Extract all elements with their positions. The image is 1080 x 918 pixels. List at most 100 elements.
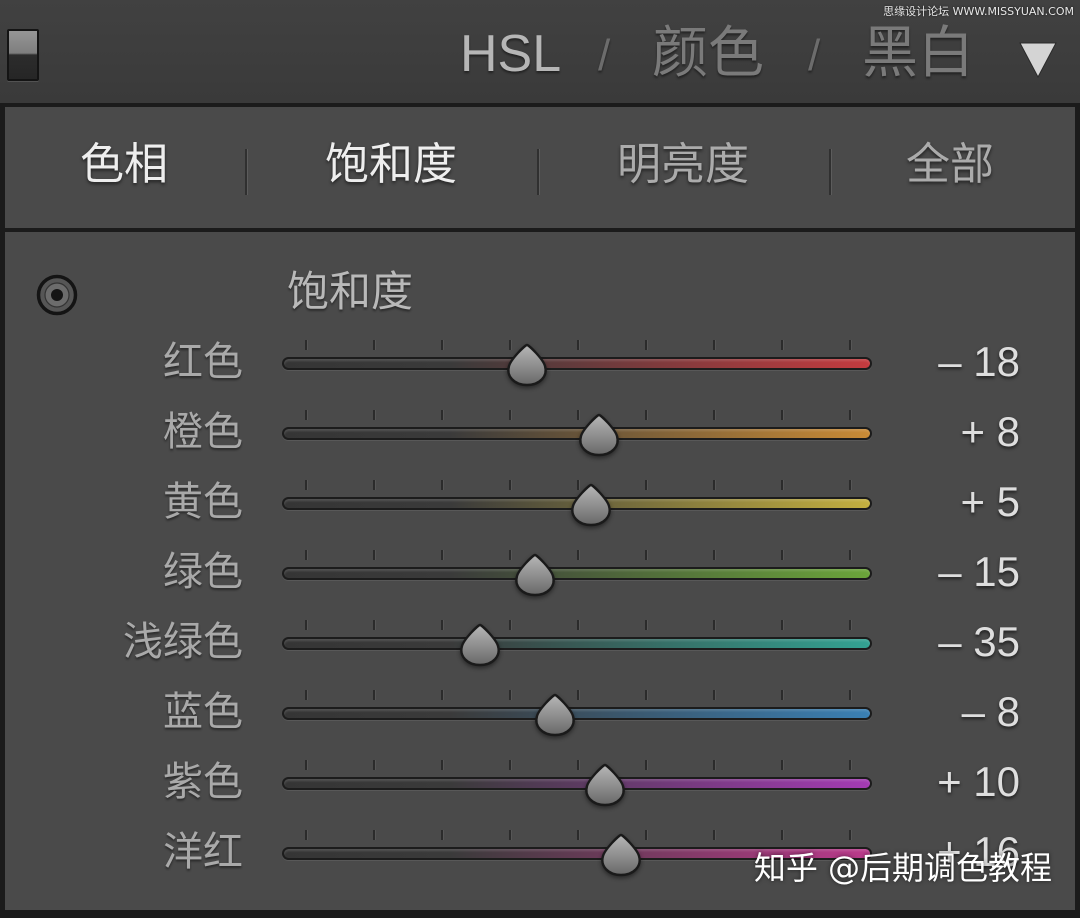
slider-value-yellow[interactable]: + 5 <box>870 478 1020 526</box>
slider-tick <box>373 480 375 490</box>
slider-thumb-red[interactable] <box>506 343 548 387</box>
slider-tick <box>441 410 443 420</box>
slider-value-aqua[interactable]: – 35 <box>870 618 1020 666</box>
slider-tick <box>781 690 783 700</box>
slider-thumb-purple[interactable] <box>584 763 626 807</box>
tab-luminance[interactable]: 明亮度 <box>617 139 749 191</box>
slider-row-purple: 紫色 + 10 <box>5 752 1075 812</box>
slider-tick <box>305 410 307 420</box>
slider-tick <box>781 830 783 840</box>
triangle-shape <box>1019 42 1057 78</box>
slider-value-red[interactable]: – 18 <box>870 338 1020 386</box>
slider-tick <box>849 620 851 630</box>
slider-thumb-yellow[interactable] <box>570 483 612 527</box>
slider-track-orange[interactable] <box>282 427 872 440</box>
slider-track-blue[interactable] <box>282 707 872 720</box>
slider-tick <box>509 690 511 700</box>
slider-tick <box>577 830 579 840</box>
slider-tick <box>373 550 375 560</box>
slider-tick <box>509 550 511 560</box>
watermark-bottom: 知乎 @后期调色教程 <box>753 849 1052 887</box>
slider-track-red[interactable] <box>282 357 872 370</box>
slider-track-aqua[interactable] <box>282 637 872 650</box>
slider-value-green[interactable]: – 15 <box>870 548 1020 596</box>
slider-tick <box>781 760 783 770</box>
slider-tick <box>713 830 715 840</box>
slider-thumb-orange[interactable] <box>578 413 620 457</box>
slider-track-purple[interactable] <box>282 777 872 790</box>
slider-tick <box>645 690 647 700</box>
header-separator: / <box>808 31 821 80</box>
slider-value-purple[interactable]: + 10 <box>870 758 1020 806</box>
slider-tick <box>645 760 647 770</box>
slider-tick <box>373 690 375 700</box>
header-tab-black-white[interactable]: 黑白 <box>862 22 974 86</box>
triangle-down-icon[interactable] <box>1019 42 1057 78</box>
slider-tick <box>373 620 375 630</box>
slider-label-orange: 橙色 <box>163 409 243 455</box>
slider-tick <box>441 690 443 700</box>
slider-thumb-aqua[interactable] <box>459 623 501 667</box>
slider-tick <box>441 550 443 560</box>
slider-tick <box>645 340 647 350</box>
header-separator: / <box>598 31 611 80</box>
slider-thumb-shape <box>460 623 500 667</box>
slider-tick <box>305 340 307 350</box>
slider-tick <box>577 550 579 560</box>
slider-tick <box>305 830 307 840</box>
slider-tick <box>645 550 647 560</box>
slider-tick <box>645 480 647 490</box>
slider-tick <box>373 340 375 350</box>
slider-tick <box>713 550 715 560</box>
slider-tick <box>577 340 579 350</box>
slider-thumb-blue[interactable] <box>534 693 576 737</box>
slider-tick <box>509 480 511 490</box>
slider-tick <box>441 340 443 350</box>
tab-hue[interactable]: 色相 <box>80 139 168 191</box>
slider-tick <box>849 410 851 420</box>
slider-thumb-green[interactable] <box>514 553 556 597</box>
tab-saturation[interactable]: 饱和度 <box>325 139 457 191</box>
slider-tick <box>645 830 647 840</box>
slider-tick <box>713 690 715 700</box>
tab-all[interactable]: 全部 <box>906 139 994 191</box>
slider-thumb-magenta[interactable] <box>600 833 642 877</box>
slider-tick <box>645 620 647 630</box>
slider-tick <box>781 480 783 490</box>
slider-tick <box>441 830 443 840</box>
slider-row-red: 红色 – 18 <box>5 332 1075 392</box>
slider-tick <box>509 410 511 420</box>
slider-tick <box>849 760 851 770</box>
slider-label-green: 绿色 <box>163 549 243 595</box>
slider-tick <box>373 410 375 420</box>
tab-divider <box>537 149 540 195</box>
slider-tick <box>509 760 511 770</box>
panel-toggle-icon[interactable] <box>7 29 39 81</box>
slider-tick <box>713 480 715 490</box>
hsl-tab-bar: 色相 饱和度 明亮度 全部 <box>5 107 1075 228</box>
slider-tick <box>441 760 443 770</box>
slider-tick <box>713 760 715 770</box>
slider-tick <box>781 620 783 630</box>
slider-row-yellow: 黄色 + 5 <box>5 472 1075 532</box>
slider-thumb-shape <box>601 833 642 877</box>
header-tab-hsl[interactable]: HSL <box>460 24 561 84</box>
slider-tick <box>441 620 443 630</box>
slider-tick <box>849 480 851 490</box>
slider-label-blue: 蓝色 <box>163 689 243 735</box>
slider-label-red: 红色 <box>163 339 243 385</box>
slider-thumb-shape <box>535 693 575 737</box>
slider-row-green: 绿色 – 15 <box>5 542 1075 602</box>
slider-tick <box>305 690 307 700</box>
header-tab-color[interactable]: 颜色 <box>652 22 764 86</box>
slider-tick <box>849 690 851 700</box>
slider-label-magenta: 洋红 <box>163 829 243 875</box>
slider-thumb-shape <box>515 553 556 597</box>
slider-tick <box>305 480 307 490</box>
slider-value-blue[interactable]: – 8 <box>870 688 1020 736</box>
slider-tick <box>441 480 443 490</box>
slider-label-aqua: 浅绿色 <box>123 619 243 665</box>
slider-value-orange[interactable]: + 8 <box>870 408 1020 456</box>
slider-tick <box>373 830 375 840</box>
slider-track-green[interactable] <box>282 567 872 580</box>
